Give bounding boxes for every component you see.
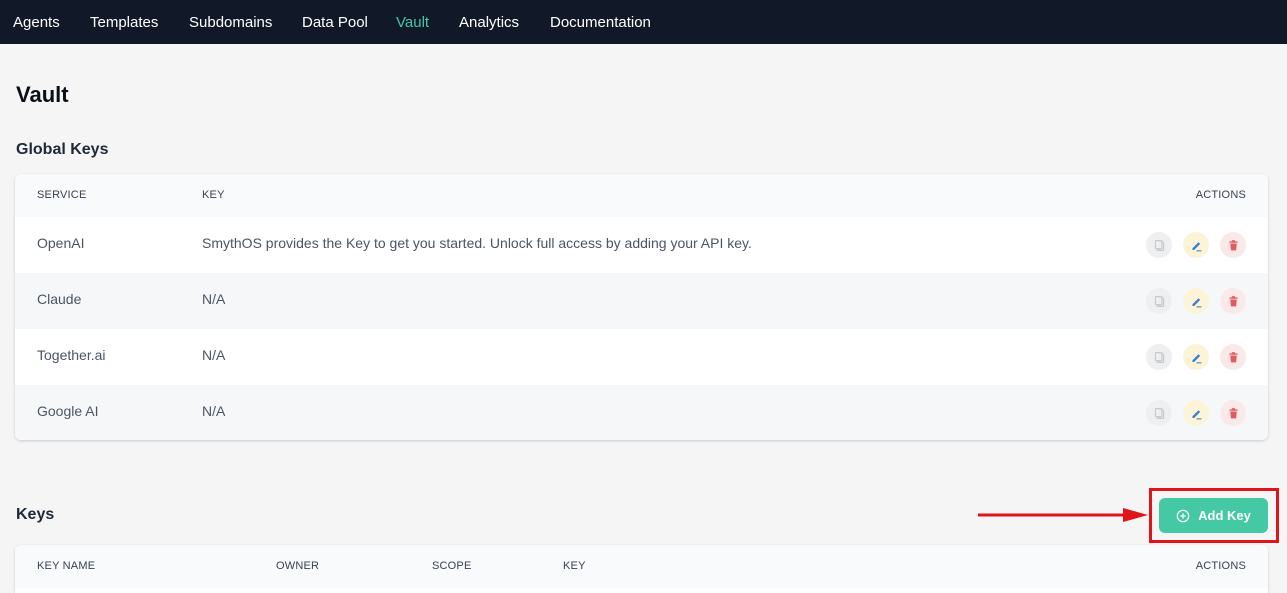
copy-button[interactable] xyxy=(1146,232,1172,258)
edit-button[interactable] xyxy=(1183,400,1209,426)
column-owner: OWNER xyxy=(276,560,320,572)
column-actions: ACTIONS xyxy=(1195,189,1246,201)
table-row: Together.ai N/A xyxy=(15,329,1268,385)
global-keys-title: Global Keys xyxy=(16,141,109,158)
row-actions xyxy=(1146,400,1246,426)
row-actions xyxy=(1146,232,1246,258)
pencil-icon xyxy=(1191,241,1201,251)
trash-icon xyxy=(1228,407,1238,418)
page-title: Vault xyxy=(16,82,69,107)
copy-icon xyxy=(1154,295,1164,307)
copy-button[interactable] xyxy=(1146,400,1172,426)
table-header: SERVICE KEY ACTIONS xyxy=(15,174,1268,217)
trash-icon xyxy=(1228,351,1238,362)
copy-icon xyxy=(1154,351,1164,363)
nav-vault[interactable]: Vault xyxy=(396,14,429,31)
column-key: KEY xyxy=(563,560,586,572)
trash-icon xyxy=(1228,295,1238,306)
keys-table: KEY NAME OWNER SCOPE KEY ACTIONS xyxy=(15,545,1268,593)
pencil-icon xyxy=(1191,353,1201,363)
key-value: N/A xyxy=(202,403,226,419)
table-row: Claude N/A xyxy=(15,273,1268,329)
key-value: N/A xyxy=(202,291,226,307)
edit-button[interactable] xyxy=(1183,288,1209,314)
column-key: KEY xyxy=(202,189,225,201)
service-name: Claude xyxy=(37,291,82,307)
edit-button[interactable] xyxy=(1183,344,1209,370)
copy-icon xyxy=(1154,407,1164,419)
delete-button[interactable] xyxy=(1220,344,1246,370)
row-actions xyxy=(1146,288,1246,314)
top-navigation: Agents Templates Subdomains Data Pool Va… xyxy=(0,0,1287,44)
column-actions: ACTIONS xyxy=(1195,560,1246,572)
trash-icon xyxy=(1228,239,1238,250)
nav-documentation[interactable]: Documentation xyxy=(550,14,651,31)
nav-data-pool[interactable]: Data Pool xyxy=(302,14,368,31)
key-value: N/A xyxy=(202,347,226,363)
service-name: Google AI xyxy=(37,403,99,419)
column-service: SERVICE xyxy=(37,189,87,201)
delete-button[interactable] xyxy=(1220,288,1246,314)
column-key-name: KEY NAME xyxy=(37,560,96,572)
nav-subdomains[interactable]: Subdomains xyxy=(189,14,272,31)
copy-button[interactable] xyxy=(1146,288,1172,314)
nav-agents[interactable]: Agents xyxy=(13,14,60,31)
pencil-icon xyxy=(1191,297,1201,307)
nav-templates[interactable]: Templates xyxy=(90,14,158,31)
column-scope: SCOPE xyxy=(432,560,472,572)
edit-button[interactable] xyxy=(1183,232,1209,258)
plus-circle-icon xyxy=(1176,509,1190,522)
keys-title: Keys xyxy=(16,506,55,523)
add-key-button[interactable]: Add Key xyxy=(1159,498,1268,533)
row-actions xyxy=(1146,344,1246,370)
key-value: SmythOS provides the Key to get you star… xyxy=(202,235,752,251)
table-row: Google AI N/A xyxy=(15,385,1268,440)
copy-icon xyxy=(1154,239,1164,251)
copy-button[interactable] xyxy=(1146,344,1172,370)
delete-button[interactable] xyxy=(1220,400,1246,426)
pencil-icon xyxy=(1191,409,1201,419)
table-header: KEY NAME OWNER SCOPE KEY ACTIONS xyxy=(15,545,1268,588)
global-keys-table: SERVICE KEY ACTIONS OpenAI SmythOS provi… xyxy=(15,174,1268,440)
service-name: OpenAI xyxy=(37,235,85,251)
delete-button[interactable] xyxy=(1220,232,1246,258)
table-row: OpenAI SmythOS provides the Key to get y… xyxy=(15,217,1268,273)
arrow-right-icon xyxy=(978,508,1148,522)
nav-analytics[interactable]: Analytics xyxy=(459,14,519,31)
add-key-label: Add Key xyxy=(1198,508,1251,523)
service-name: Together.ai xyxy=(37,347,106,363)
